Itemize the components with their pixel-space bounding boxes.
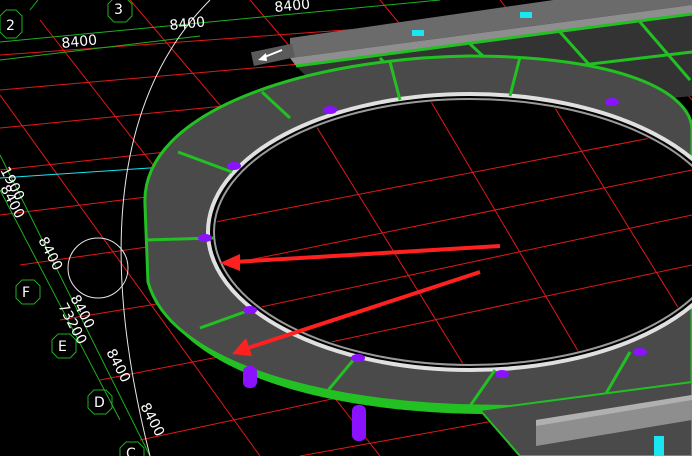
- svg-text:C: C: [126, 446, 136, 456]
- svg-text:3: 3: [114, 2, 123, 18]
- svg-text:D: D: [94, 395, 105, 411]
- svg-text:E: E: [58, 339, 67, 355]
- svg-text:F: F: [22, 285, 30, 301]
- 3d-model-viewport[interactable]: 8400 8400 8400 1900 8400 8400 8400 73200…: [0, 0, 692, 456]
- svg-text:2: 2: [6, 18, 15, 34]
- ring-opening: [206, 92, 692, 372]
